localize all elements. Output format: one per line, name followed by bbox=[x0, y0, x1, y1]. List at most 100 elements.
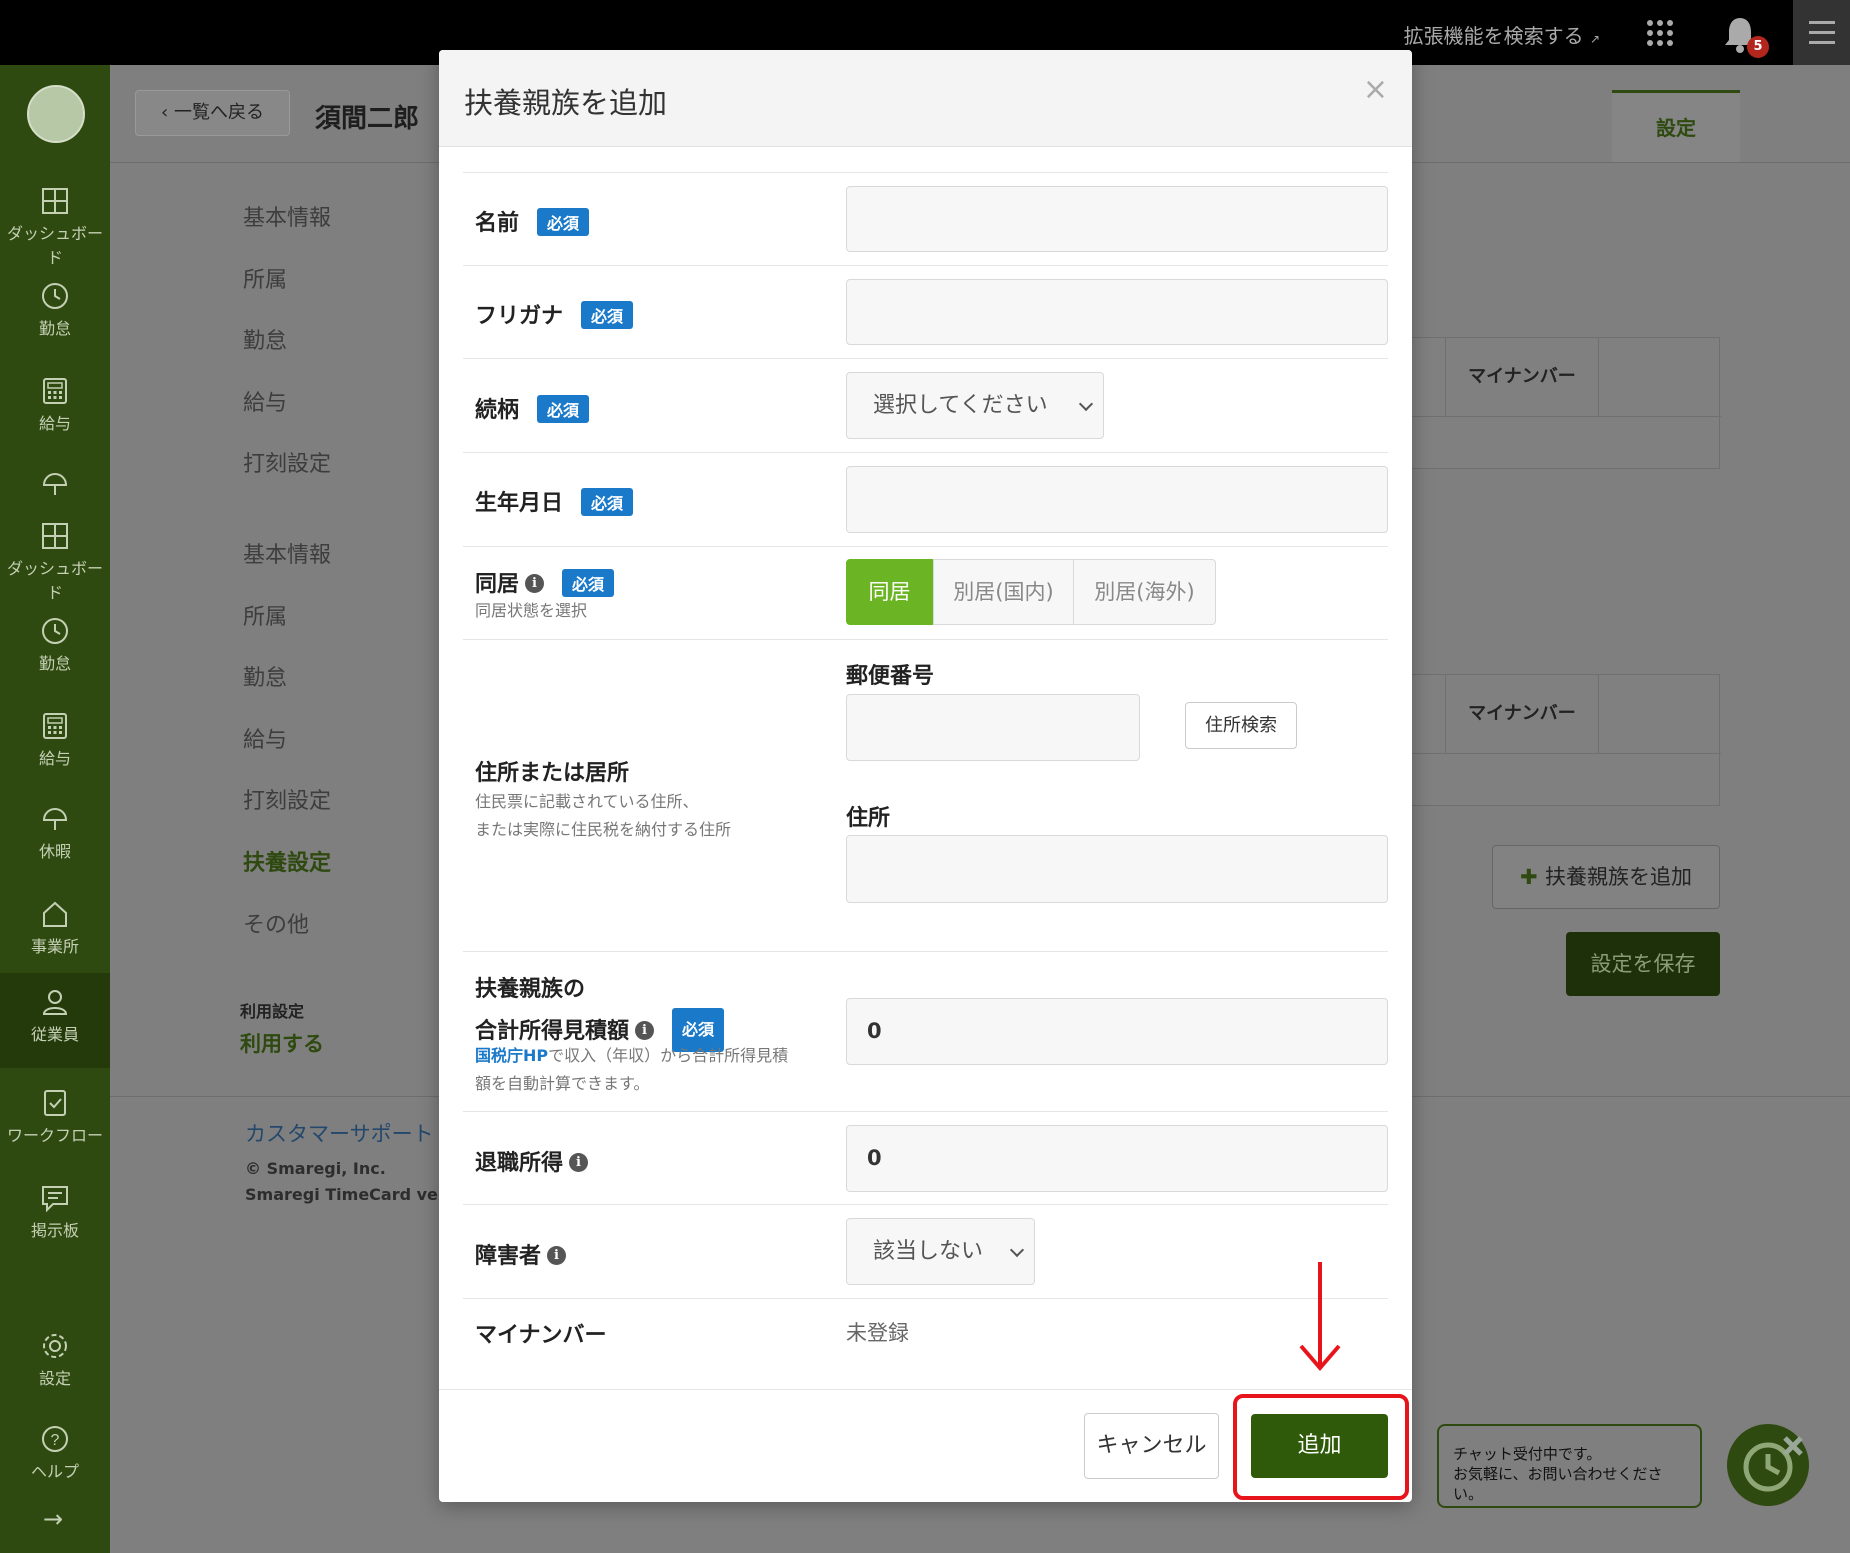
back-to-list-button[interactable]: ‹ 一覧へ戻る bbox=[135, 90, 290, 136]
zip-input[interactable] bbox=[846, 694, 1140, 761]
required-badge: 必須 bbox=[562, 569, 615, 597]
chevron-left-icon: ‹ bbox=[161, 102, 174, 123]
menu-basic-info[interactable]: 基本情報 bbox=[243, 200, 331, 232]
cohabit-option-domestic[interactable]: 別居(国内) bbox=[933, 559, 1074, 625]
sidebar-item-board[interactable]: 掲示板 bbox=[0, 1177, 110, 1267]
sidebar-item-payroll[interactable]: 給与 bbox=[0, 370, 110, 460]
zip-label: 郵便番号 bbox=[846, 664, 935, 689]
sidebar-item-workflow[interactable]: ワークフロー bbox=[0, 1082, 110, 1172]
apps-grid-icon[interactable] bbox=[1645, 18, 1675, 48]
gear-icon bbox=[43, 1334, 67, 1358]
retirement-row: 退職所得 i 0 bbox=[463, 1111, 1388, 1204]
down-arrow-icon bbox=[1299, 1262, 1341, 1372]
tab-settings[interactable]: 設定 bbox=[1612, 90, 1740, 162]
save-settings-button[interactable]: 設定を保存 bbox=[1566, 932, 1720, 996]
info-icon[interactable]: i bbox=[547, 1245, 567, 1265]
footer-copyright: © Smaregi, Inc. Smaregi TimeCard ver.3. bbox=[245, 1159, 467, 1204]
chat-clock-icon bbox=[1743, 1436, 1803, 1492]
external-link-icon: ↗ bbox=[1589, 32, 1600, 46]
furigana-label: フリガナ bbox=[475, 304, 564, 329]
cohabit-row: 同居 i 必須 同居状態を選択 同居 別居(国内) 別居(海外) bbox=[463, 546, 1388, 639]
plus-icon: ✚ bbox=[1520, 865, 1545, 889]
name-row: 名前 必須 bbox=[463, 172, 1388, 265]
avatar[interactable] bbox=[27, 85, 85, 143]
sidebar-item-attendance-2[interactable]: 勤怠 bbox=[0, 610, 110, 700]
close-icon[interactable]: × bbox=[1363, 72, 1388, 107]
calculator-icon bbox=[43, 713, 67, 739]
sidebar-item-help[interactable]: ? ヘルプ bbox=[0, 1418, 110, 1508]
menu-affiliation-2[interactable]: 所属 bbox=[243, 599, 287, 631]
cohabit-option-together[interactable]: 同居 bbox=[846, 559, 933, 625]
hamburger-menu-button[interactable] bbox=[1793, 0, 1850, 65]
menu-affiliation[interactable]: 所属 bbox=[243, 262, 287, 294]
extension-search-link[interactable]: 拡張機能を検索する ↗ bbox=[1404, 20, 1600, 49]
dashboard-icon bbox=[42, 188, 68, 214]
required-badge: 必須 bbox=[537, 208, 590, 236]
info-icon[interactable]: i bbox=[635, 1020, 655, 1040]
disability-select[interactable]: 該当しない bbox=[846, 1218, 1035, 1285]
usage-setting-value: 利用する bbox=[240, 1032, 324, 1056]
sidebar-item-dashboard[interactable]: ダッシュボード bbox=[0, 180, 110, 270]
mynumber-value: 未登録 bbox=[846, 1321, 909, 1345]
umbrella-icon bbox=[42, 808, 68, 830]
cancel-button[interactable]: キャンセル bbox=[1084, 1413, 1219, 1479]
add-dependent-modal: 扶養親族を追加 × 名前 必須 フリガナ 必須 続柄 必須 選択してください 生年月日… bbox=[439, 50, 1412, 1502]
sidebar-item-employees[interactable]: 従業員 bbox=[0, 973, 110, 1068]
retirement-input[interactable]: 0 bbox=[846, 1125, 1388, 1192]
mynumber-label: マイナンバー bbox=[475, 1323, 607, 1348]
birthday-row: 生年月日 必須 bbox=[463, 452, 1388, 546]
sidebar: ダッシュボード 勤怠 給与 ダッシュボード 勤怠 給与 休暇 事業所 従業員 ワ… bbox=[0, 65, 110, 1553]
chevron-down-icon bbox=[1009, 1242, 1025, 1257]
menu-other[interactable]: その他 bbox=[243, 907, 309, 939]
sidebar-expand-button[interactable]: → bbox=[43, 1505, 63, 1533]
relation-label: 続柄 bbox=[475, 398, 520, 423]
relation-select[interactable]: 選択してください bbox=[846, 372, 1104, 439]
birthday-input[interactable] bbox=[846, 466, 1388, 533]
info-icon[interactable]: i bbox=[569, 1152, 589, 1172]
sidebar-item-dashboard-2[interactable]: ダッシュボード bbox=[0, 515, 110, 605]
modal-footer-divider bbox=[439, 1389, 1412, 1390]
modal-title: 扶養親族を追加 bbox=[464, 86, 668, 120]
furigana-row: フリガナ 必須 bbox=[463, 265, 1388, 358]
home-icon bbox=[43, 901, 67, 927]
calculator-icon bbox=[43, 378, 67, 404]
mynumber-row: マイナンバー 未登録 bbox=[463, 1298, 1388, 1389]
address-input[interactable] bbox=[846, 835, 1388, 903]
clock-icon bbox=[42, 618, 68, 644]
cohabit-label: 同居 bbox=[475, 572, 520, 597]
required-badge: 必須 bbox=[581, 301, 634, 329]
income-label-line2: 合計所得見積額 bbox=[475, 1019, 630, 1044]
furigana-input[interactable] bbox=[846, 279, 1388, 345]
nta-hp-link[interactable]: 国税庁HP bbox=[475, 1046, 548, 1065]
relation-row: 続柄 必須 選択してください bbox=[463, 358, 1388, 452]
sidebar-item-attendance[interactable]: 勤怠 bbox=[0, 275, 110, 365]
menu-attendance-2[interactable]: 勤怠 bbox=[243, 660, 287, 692]
menu-basic-info-2[interactable]: 基本情報 bbox=[243, 537, 331, 569]
person-icon bbox=[42, 990, 68, 1015]
usage-setting-label: 利用設定 bbox=[240, 1002, 305, 1021]
address-search-button[interactable]: 住所検索 bbox=[1185, 702, 1297, 749]
menu-payroll[interactable]: 給与 bbox=[243, 385, 287, 417]
sidebar-item-office[interactable]: 事業所 bbox=[0, 893, 110, 983]
menu-payroll-2[interactable]: 給与 bbox=[243, 722, 287, 754]
message-board-icon bbox=[42, 1186, 68, 1213]
income-input[interactable]: 0 bbox=[846, 998, 1388, 1065]
name-input[interactable] bbox=[846, 186, 1388, 252]
table-header-mynumber: マイナンバー bbox=[1446, 338, 1599, 416]
chat-bubble[interactable]: チャット受付中です。 お気軽に、お問い合わせください。 bbox=[1437, 1424, 1702, 1508]
info-icon[interactable]: i bbox=[525, 573, 545, 593]
sidebar-item-leave[interactable]: 休暇 bbox=[0, 798, 110, 888]
address-field-label: 住所 bbox=[846, 806, 891, 831]
menu-dependent-settings[interactable]: 扶養設定 bbox=[243, 845, 331, 877]
menu-stamp-settings-2[interactable]: 打刻設定 bbox=[243, 783, 331, 815]
menu-attendance[interactable]: 勤怠 bbox=[243, 323, 287, 355]
chat-launcher-button[interactable] bbox=[1727, 1424, 1809, 1506]
add-dependent-button[interactable]: ✚ 扶養親族を追加 bbox=[1492, 845, 1720, 909]
clipboard-check-icon bbox=[44, 1090, 66, 1116]
disability-label: 障害者 bbox=[475, 1244, 542, 1269]
menu-stamp-settings[interactable]: 打刻設定 bbox=[243, 446, 331, 478]
sidebar-item-settings[interactable]: 設定 bbox=[0, 1325, 110, 1415]
cohabit-option-overseas[interactable]: 別居(海外) bbox=[1073, 559, 1216, 625]
sidebar-item-payroll-2[interactable]: 給与 bbox=[0, 705, 110, 795]
customer-support-link[interactable]: カスタマーサポート bbox=[245, 1118, 434, 1148]
